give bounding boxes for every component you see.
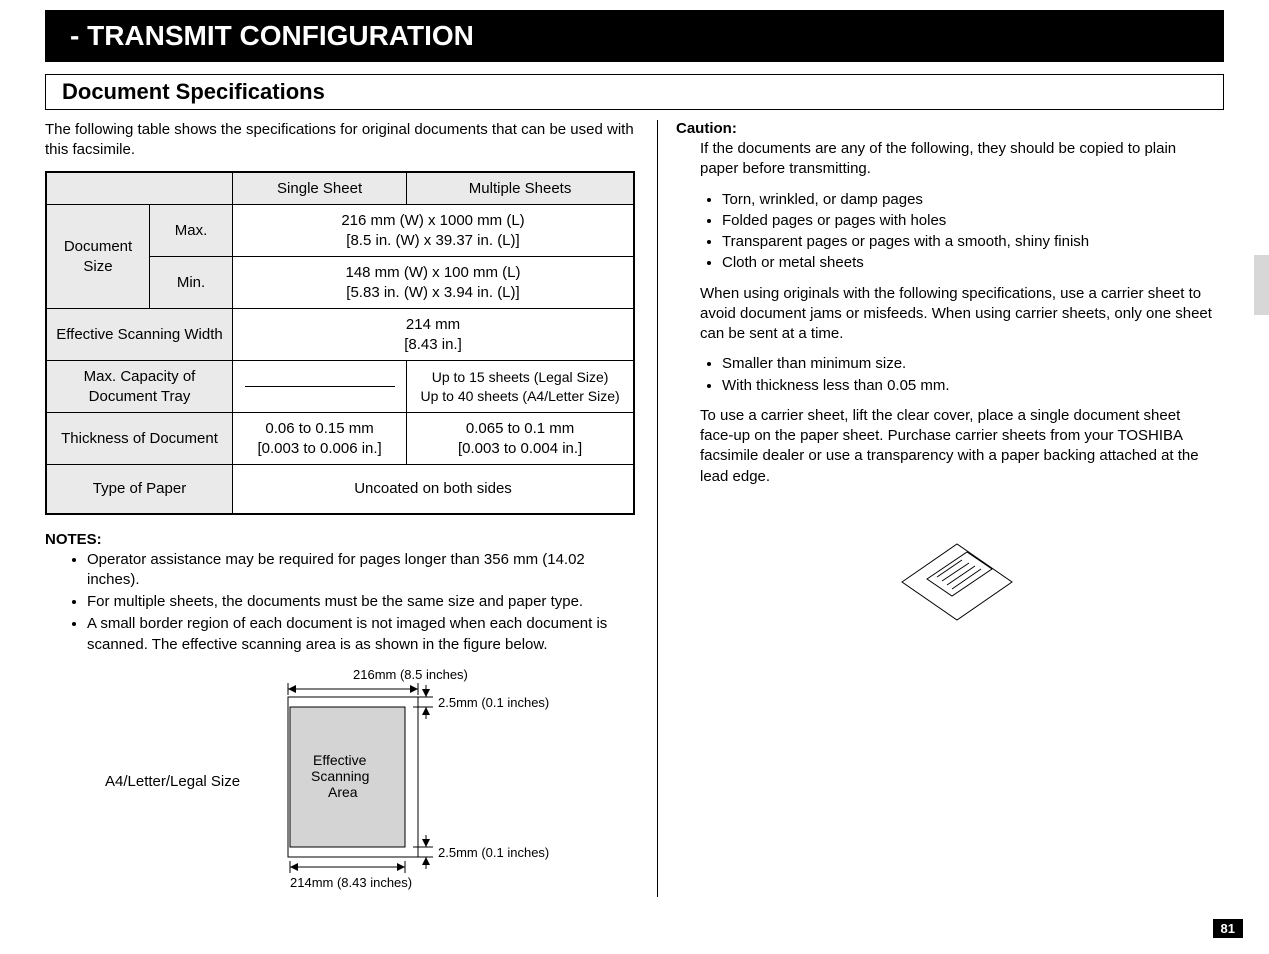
thickness-multi-line1: 0.065 to 0.1 mm xyxy=(466,420,574,437)
notes-list: Operator assistance may be required for … xyxy=(45,550,635,655)
thickness-single-line2: [0.003 to 0.006 in.] xyxy=(257,440,381,457)
carrier-sheet-icon xyxy=(877,527,1037,637)
fig-area-l3: Area xyxy=(328,784,358,800)
cell-capacity-multi: Up to 15 sheets (Legal Size) Up to 40 sh… xyxy=(407,361,634,413)
row-paper-type: Type of Paper xyxy=(46,465,233,514)
page-number: 81 xyxy=(1213,919,1243,938)
capacity-multi-line2: Up to 40 sheets (A4/Letter Size) xyxy=(420,388,619,404)
min-line2: [5.83 in. (W) x 3.94 in. (L)] xyxy=(346,284,519,301)
row-eff-scan: Effective Scanning Width xyxy=(46,309,233,361)
col-header-single: Single Sheet xyxy=(233,172,407,205)
caution-p2: When using originals with the following … xyxy=(700,284,1214,345)
caution-list2: Smaller than minimum size. With thicknes… xyxy=(700,354,1214,396)
cell-eff-scan: 214 mm [8.43 in.] xyxy=(233,309,635,361)
thickness-single-line1: 0.06 to 0.15 mm xyxy=(265,420,373,437)
caution-list1-item: Cloth or metal sheets xyxy=(722,253,1214,273)
min-line1: 148 mm (W) x 100 mm (L) xyxy=(345,264,520,281)
row-thickness: Thickness of Document xyxy=(46,413,233,465)
section-heading: Document Specifications xyxy=(45,74,1224,110)
cell-capacity-single xyxy=(233,361,407,413)
page-number-value: 81 xyxy=(1221,921,1235,936)
caution-p3: To use a carrier sheet, lift the clear c… xyxy=(700,406,1214,487)
cell-max-size: 216 mm (W) x 1000 mm (L) [8.5 in. (W) x … xyxy=(233,205,635,257)
max-line2: [8.5 in. (W) x 39.37 in. (L)] xyxy=(346,232,519,249)
note-item: A small border region of each document i… xyxy=(87,614,635,655)
table-corner xyxy=(46,172,233,205)
fig-bottom-dim: 214mm (8.43 inches) xyxy=(290,875,412,890)
cell-paper-type: Uncoated on both sides xyxy=(233,465,635,514)
caution-list1-item: Folded pages or pages with holes xyxy=(722,211,1214,231)
row-doc-size: Document Size xyxy=(46,205,150,309)
caution-list1: Torn, wrinkled, or damp pages Folded pag… xyxy=(700,190,1214,274)
fig-top-dim: 216mm (8.5 inches) xyxy=(353,667,468,682)
scanning-area-figure: A4/Letter/Legal Size 216mm (8.5 inches) … xyxy=(45,667,635,897)
cell-min-size: 148 mm (W) x 100 mm (L) [5.83 in. (W) x … xyxy=(233,257,635,309)
notes-heading: NOTES: xyxy=(45,531,635,548)
section-heading-text: Document Specifications xyxy=(62,79,325,104)
caution-block: If the documents are any of the followin… xyxy=(676,139,1214,643)
caution-list1-item: Torn, wrinkled, or damp pages xyxy=(722,190,1214,210)
chapter-banner: - TRANSMIT CONFIGURATION xyxy=(45,10,1224,62)
caution-heading: Caution: xyxy=(676,120,1214,137)
eff-scan-line1: 214 mm xyxy=(406,316,460,333)
scanning-area-diagram: 216mm (8.5 inches) Effective Scanning Ar… xyxy=(258,667,558,897)
caution-list2-item: With thickness less than 0.05 mm. xyxy=(722,376,1214,396)
fig-area-l1: Effective xyxy=(313,752,367,768)
right-column: Caution: If the documents are any of the… xyxy=(676,120,1224,897)
eff-scan-line2: [8.43 in.] xyxy=(404,336,462,353)
caution-list2-item: Smaller than minimum size. xyxy=(722,354,1214,374)
cell-thickness-single: 0.06 to 0.15 mm [0.003 to 0.006 in.] xyxy=(233,413,407,465)
fig-margin-bottom: 2.5mm (0.1 inches) xyxy=(438,845,549,860)
caution-p1: If the documents are any of the followin… xyxy=(700,139,1214,180)
column-divider xyxy=(657,120,658,897)
row-capacity: Max. Capacity of Document Tray xyxy=(46,361,233,413)
note-item: For multiple sheets, the documents must … xyxy=(87,592,635,612)
note-item: Operator assistance may be required for … xyxy=(87,550,635,591)
intro-text: The following table shows the specificat… xyxy=(45,120,635,161)
carrier-sheet-illustration xyxy=(700,527,1214,643)
cell-thickness-multi: 0.065 to 0.1 mm [0.003 to 0.004 in.] xyxy=(407,413,634,465)
figure-side-label: A4/Letter/Legal Size xyxy=(105,773,240,790)
capacity-multi-line1: Up to 15 sheets (Legal Size) xyxy=(432,369,609,385)
fig-area-l2: Scanning xyxy=(311,768,369,784)
spec-table: Single Sheet Multiple Sheets Document Si… xyxy=(45,171,635,515)
col-header-multiple: Multiple Sheets xyxy=(407,172,634,205)
caution-list1-item: Transparent pages or pages with a smooth… xyxy=(722,232,1214,252)
fig-margin-top: 2.5mm (0.1 inches) xyxy=(438,695,549,710)
row-max: Max. xyxy=(150,205,233,257)
thickness-multi-line2: [0.003 to 0.004 in.] xyxy=(458,440,582,457)
side-tab xyxy=(1254,255,1269,315)
max-line1: 216 mm (W) x 1000 mm (L) xyxy=(341,212,524,229)
row-min: Min. xyxy=(150,257,233,309)
page-content: - TRANSMIT CONFIGURATION Document Specif… xyxy=(0,0,1246,897)
left-column: The following table shows the specificat… xyxy=(45,120,657,897)
chapter-banner-text: - TRANSMIT CONFIGURATION xyxy=(70,20,474,51)
